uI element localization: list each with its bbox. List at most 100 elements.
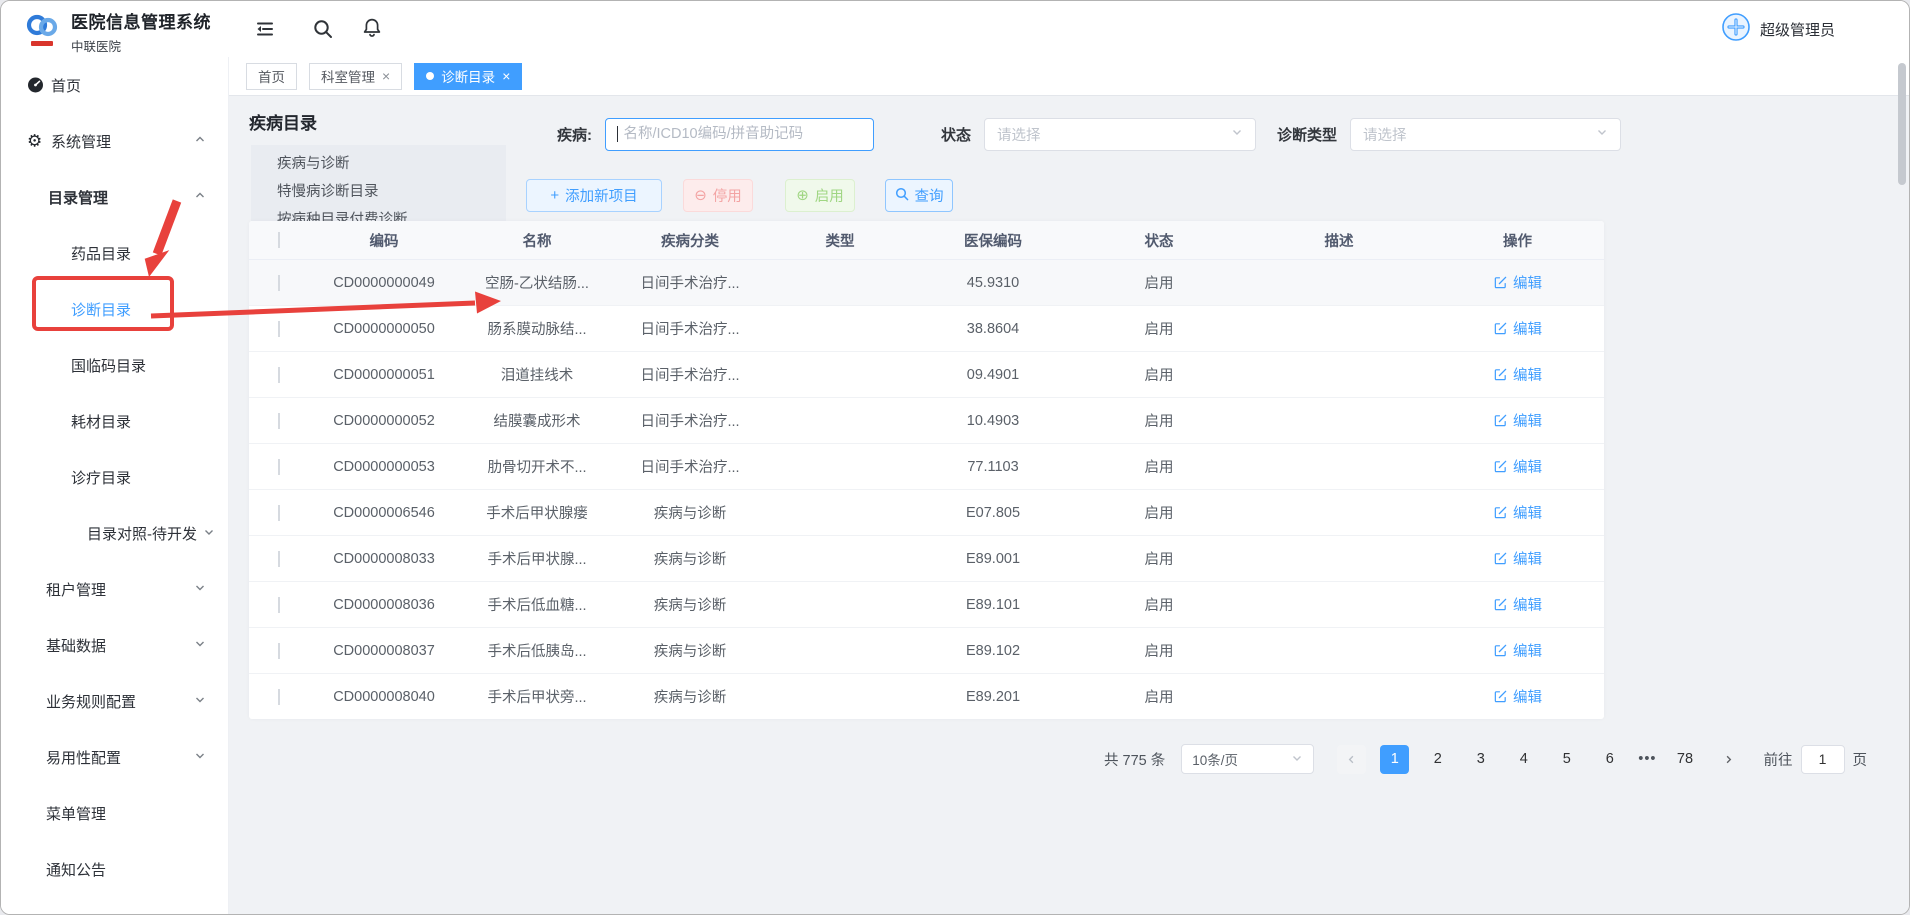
sidebar-item-home[interactable]: 首页 [1, 57, 228, 113]
total-count: 共 775 条 [1104, 749, 1165, 770]
sidebar-item-tenant-mgmt[interactable]: 租户管理 [1, 561, 228, 617]
cell-insurance-code: E89.101 [915, 597, 1071, 613]
vertical-scrollbar[interactable] [1898, 63, 1906, 185]
table-header-row: 编码 名称 疾病分类 类型 医保编码 状态 描述 操作 [249, 221, 1604, 260]
sidebar-item-catalog-mgmt[interactable]: 目录管理 [1, 169, 228, 225]
sidebar-item-label: 目录对照-待开发 [87, 523, 197, 544]
page-button-2[interactable]: 2 [1423, 745, 1452, 774]
row-checkbox[interactable] [278, 689, 280, 705]
active-dot-icon [426, 72, 434, 80]
disease-search-field[interactable] [621, 125, 862, 143]
cell-code: CD0000000052 [309, 413, 459, 429]
edit-button[interactable]: 编辑 [1493, 548, 1542, 569]
cell-status: 启用 [1071, 686, 1247, 707]
cell-name: 手术后低胰岛... [459, 640, 615, 661]
page-button-1[interactable]: 1 [1380, 745, 1409, 774]
row-checkbox[interactable] [278, 551, 280, 567]
row-checkbox[interactable] [278, 597, 280, 613]
cell-name: 肋骨切开术不... [459, 456, 615, 477]
enable-button[interactable]: ⊕ 启用 [785, 179, 855, 212]
sidebar-item-catalog-mapping[interactable]: 目录对照-待开发 [1, 505, 228, 561]
tab-label: 首页 [258, 66, 285, 86]
user-name: 超级管理员 [1760, 19, 1835, 40]
category-item[interactable]: 疾病与诊断 [251, 150, 506, 178]
tab-home[interactable]: 首页 [246, 63, 297, 90]
row-checkbox[interactable] [278, 413, 280, 429]
next-page-button[interactable] [1714, 745, 1743, 774]
sidebar-item-business-rules[interactable]: 业务规则配置 [1, 673, 228, 729]
user-menu[interactable]: 超级管理员 [1721, 1, 1835, 57]
sidebar-item-notice[interactable]: 通知公告 [1, 841, 228, 897]
edit-button[interactable]: 编辑 [1493, 272, 1542, 293]
edit-button[interactable]: 编辑 [1493, 456, 1542, 477]
edit-button[interactable]: 编辑 [1493, 594, 1542, 615]
edit-button[interactable]: 编辑 [1493, 640, 1542, 661]
cell-insurance-code: 45.9310 [915, 275, 1071, 291]
page-button-3[interactable]: 3 [1466, 745, 1495, 774]
page-button-last[interactable]: 78 [1671, 745, 1700, 774]
sidebar-item-usability-config[interactable]: 易用性配置 [1, 729, 228, 785]
edit-button[interactable]: 编辑 [1493, 410, 1542, 431]
page-size-select[interactable]: 10条/页 [1181, 744, 1314, 774]
tab-diagnosis-catalog[interactable]: 诊断目录 × [414, 63, 522, 90]
sidebar-item-system-mgmt[interactable]: ⚙ 系统管理 [1, 113, 228, 169]
button-label: 查询 [915, 185, 944, 206]
edit-button[interactable]: 编辑 [1493, 686, 1542, 707]
diagnosis-type-select[interactable]: 请选择 [1350, 118, 1621, 151]
notification-bell-icon[interactable] [361, 17, 383, 39]
cell-insurance-code: 10.4903 [915, 413, 1071, 429]
sidebar-item-label: 耗材目录 [71, 411, 131, 432]
table-row: CD0000000051 泪道挂线术 日间手术治疗... 09.4901 启用 … [249, 352, 1604, 398]
chevron-down-icon [1231, 125, 1243, 143]
cell-status: 启用 [1071, 318, 1247, 339]
cell-status: 启用 [1071, 548, 1247, 569]
collapse-sidebar-icon[interactable] [254, 18, 276, 40]
close-icon[interactable]: × [382, 69, 390, 83]
cell-insurance-code: 09.4901 [915, 367, 1071, 383]
sidebar-item-treatment-catalog[interactable]: 诊疗目录 [1, 449, 228, 505]
sidebar-item-national-code-catalog[interactable]: 国临码目录 [1, 337, 228, 393]
status-select[interactable]: 请选择 [984, 118, 1256, 151]
edit-button[interactable]: 编辑 [1493, 502, 1542, 523]
sidebar-item-consumables-catalog[interactable]: 耗材目录 [1, 393, 228, 449]
page-button-6[interactable]: 6 [1595, 745, 1624, 774]
search-icon[interactable] [312, 18, 334, 40]
cell-category: 疾病与诊断 [615, 640, 765, 661]
disable-button[interactable]: ⊖ 停用 [683, 179, 753, 212]
col-header-insurance-code: 医保编码 [915, 230, 1071, 251]
goto-page-input[interactable] [1801, 745, 1845, 774]
add-new-item-button[interactable]: + 添加新项目 [526, 179, 662, 212]
prev-page-button[interactable] [1337, 745, 1366, 774]
page-button-5[interactable]: 5 [1552, 745, 1581, 774]
row-checkbox[interactable] [278, 505, 280, 521]
edit-button[interactable]: 编辑 [1493, 364, 1542, 385]
more-pages-icon[interactable]: ••• [1638, 751, 1656, 767]
row-checkbox[interactable] [278, 321, 280, 337]
cell-code: CD0000000050 [309, 321, 459, 337]
sidebar-nav: 首页 ⚙ 系统管理 目录管理 药品目录 诊断目录 国临码目录 耗材目录 [1, 57, 229, 914]
disease-search-input[interactable] [605, 118, 874, 151]
select-all-checkbox[interactable] [278, 232, 280, 248]
sidebar-item-diagnosis-catalog[interactable]: 诊断目录 [1, 281, 228, 337]
page-button-4[interactable]: 4 [1509, 745, 1538, 774]
search-icon [895, 187, 909, 204]
row-checkbox[interactable] [278, 459, 280, 475]
cell-code: CD0000008040 [309, 689, 459, 705]
sidebar-item-base-data[interactable]: 基础数据 [1, 617, 228, 673]
cell-status: 启用 [1071, 594, 1247, 615]
row-checkbox[interactable] [278, 367, 280, 383]
goto-label: 前往 [1764, 749, 1793, 770]
sidebar-item-label: 诊疗目录 [71, 467, 131, 488]
chevron-down-icon [194, 637, 206, 654]
category-item[interactable]: 特慢病诊断目录 [251, 178, 506, 206]
query-button[interactable]: 查询 [885, 179, 953, 212]
cell-code: CD0000006546 [309, 505, 459, 521]
tab-department-mgmt[interactable]: 科室管理 × [309, 63, 402, 90]
sidebar-item-drug-catalog[interactable]: 药品目录 [1, 225, 228, 281]
row-checkbox[interactable] [278, 643, 280, 659]
sidebar-item-menu-mgmt[interactable]: 菜单管理 [1, 785, 228, 841]
chevron-down-icon [1291, 752, 1303, 767]
row-checkbox[interactable] [278, 275, 280, 291]
edit-button[interactable]: 编辑 [1493, 318, 1542, 339]
close-icon[interactable]: × [502, 69, 510, 83]
